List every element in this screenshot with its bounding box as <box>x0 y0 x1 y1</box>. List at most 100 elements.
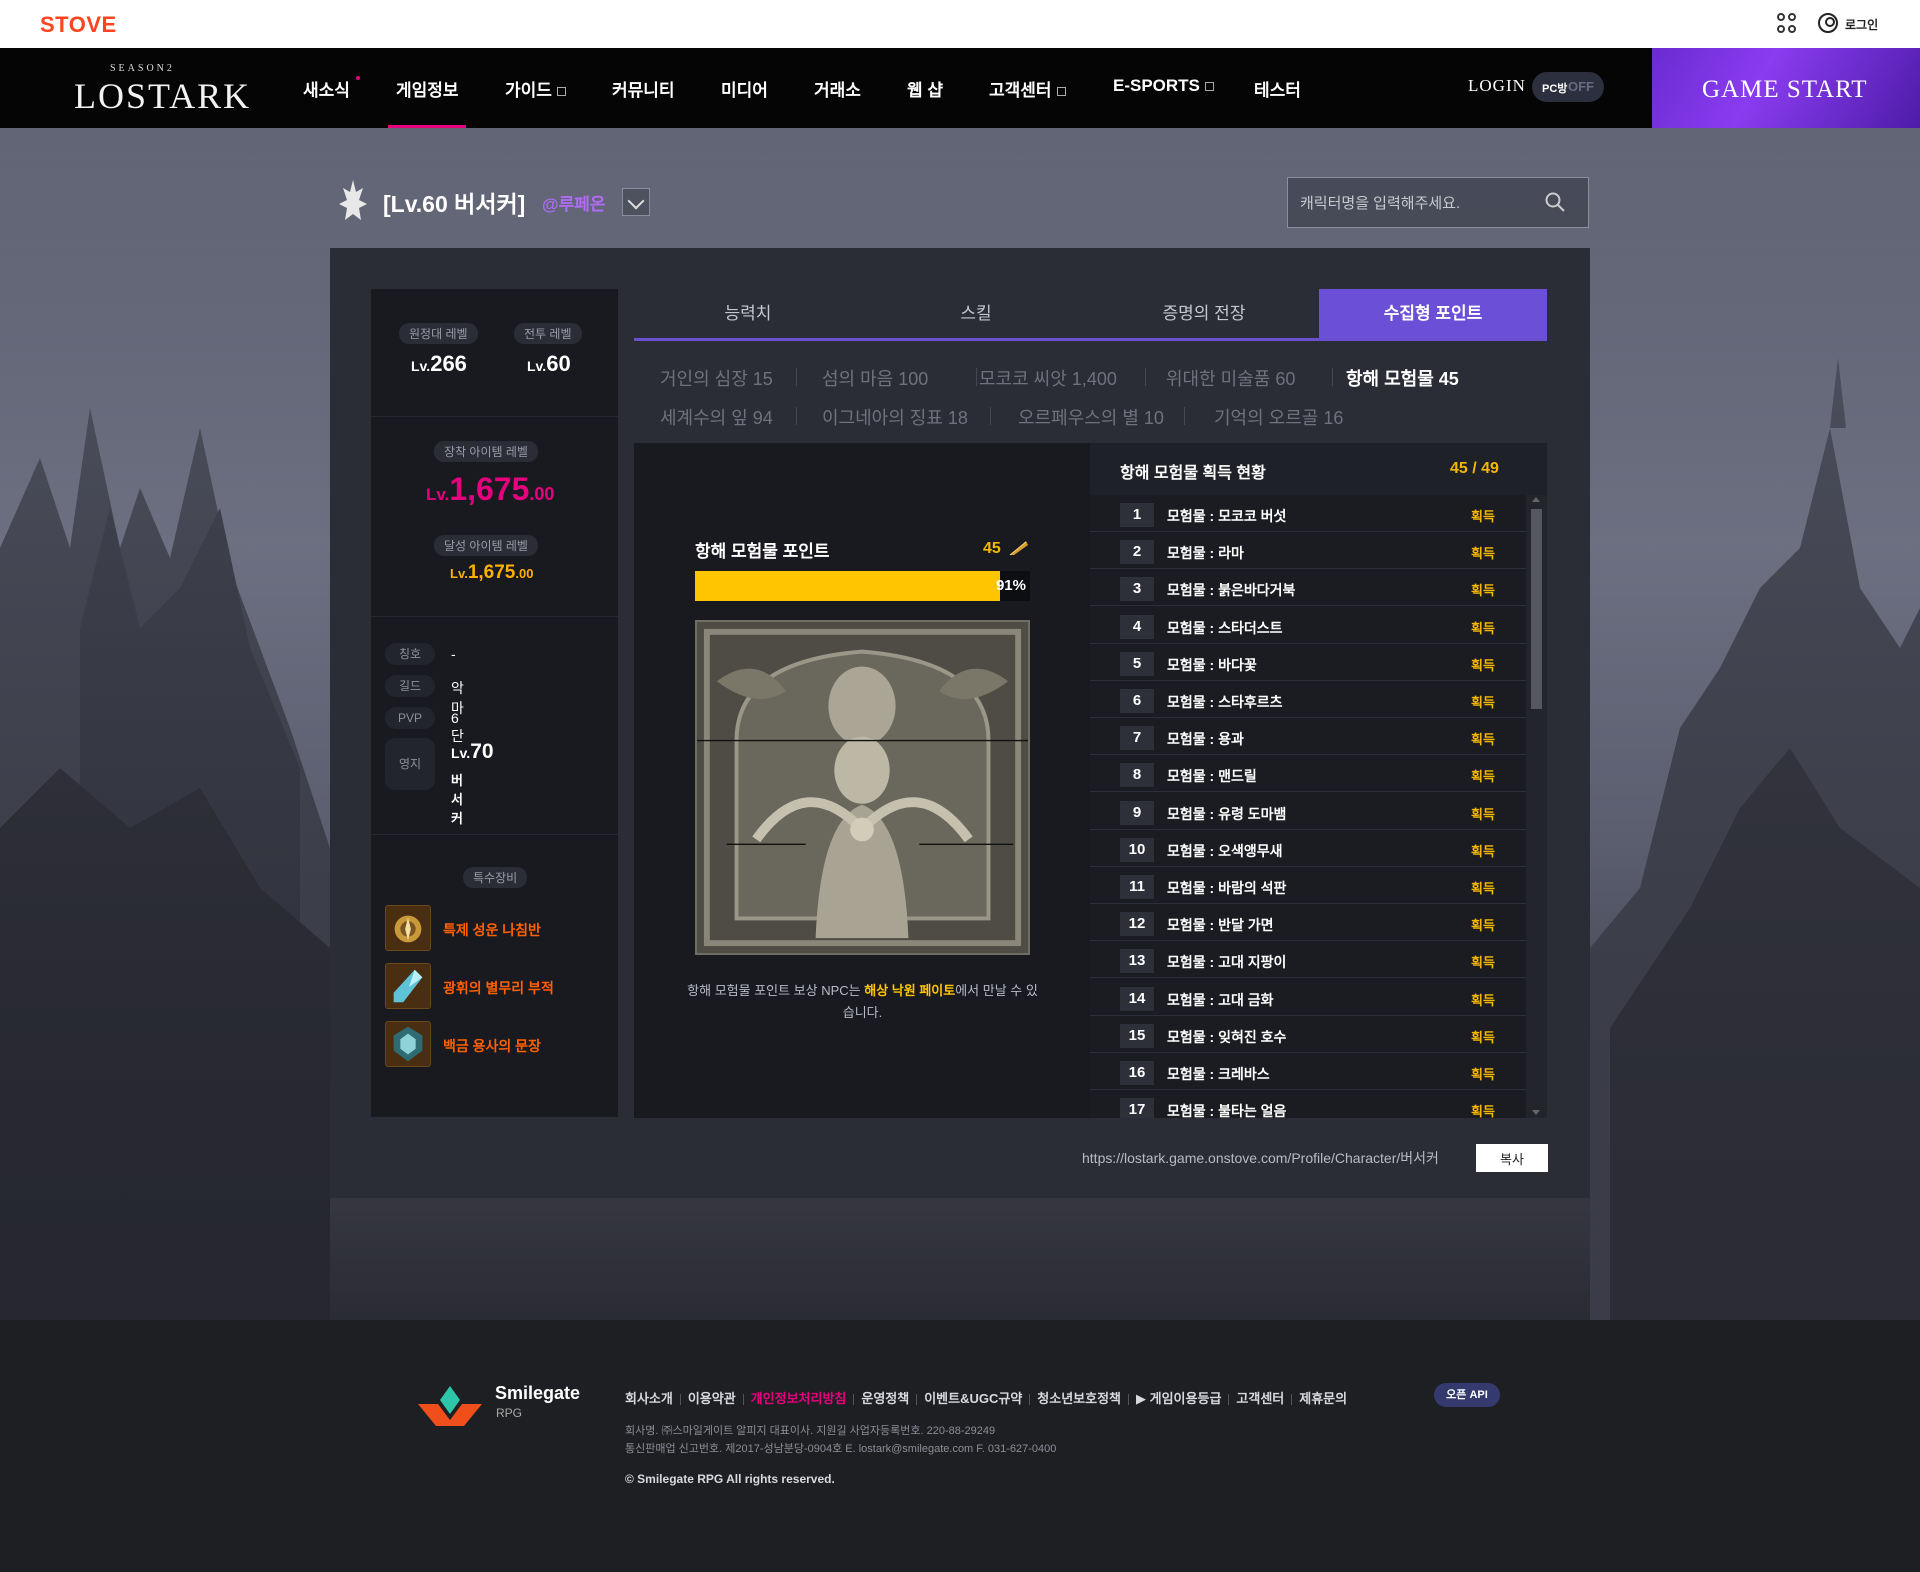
stove-logo[interactable]: STOVE <box>40 12 117 38</box>
special-item[interactable]: 광휘의 별무리 부적 <box>385 963 605 1009</box>
nav-media[interactable]: 미디어 <box>721 76 768 101</box>
character-search-input[interactable] <box>1300 190 1540 216</box>
level-section: 원정대 레벨 Lv.266 전투 레벨 Lv.60 <box>371 289 618 417</box>
list-scrollbar[interactable] <box>1526 495 1547 1118</box>
nav-tester[interactable]: 테스터 <box>1254 76 1301 101</box>
scroll-down-arrow-icon[interactable] <box>1532 1110 1540 1115</box>
relic-number: 7 <box>1120 726 1154 751</box>
footer-separator <box>853 1394 855 1406</box>
footer-link[interactable]: 이용약관 <box>688 1391 736 1406</box>
tab-stats[interactable]: 능력치 <box>634 289 862 338</box>
achieved-item-level-decimal: .00 <box>515 566 534 581</box>
footer-link[interactable]: 운영정책 <box>861 1391 909 1406</box>
relic-status: 획득 <box>1471 843 1495 859</box>
equip-item-level-main: 1,675 <box>449 471 530 507</box>
footer-link[interactable]: 이벤트&UGC규약 <box>924 1391 1022 1406</box>
relic-list-header: 항해 모험물 획득 현황 45 / 49 <box>1090 443 1547 495</box>
nav-news[interactable]: 새소식 <box>303 76 350 101</box>
nav-support[interactable]: 고객센터 <box>989 76 1066 101</box>
tab-skills[interactable]: 스킬 <box>862 289 1090 338</box>
relic-name: 모험물 : 붉은바다거북 <box>1167 582 1296 599</box>
copy-url-button[interactable]: 복사 <box>1476 1144 1548 1172</box>
points-label: 항해 모험물 포인트 <box>695 542 830 561</box>
relic-list-row: 12 모험물 : 반달 가면 획득 <box>1090 904 1526 942</box>
footer-link[interactable]: 제휴문의 <box>1299 1391 1347 1406</box>
nav-game-info[interactable]: 게임정보 <box>396 76 459 101</box>
relic-name: 모험물 : 잊혀진 호수 <box>1167 1028 1287 1045</box>
relic-name: 모험물 : 고대 지팡이 <box>1167 954 1287 971</box>
footer-brand-sub: RPG <box>496 1406 523 1420</box>
relic-list-row: 8 모험물 : 맨드릴 획득 <box>1090 755 1526 793</box>
footer-link-privacy[interactable]: 개인정보처리방침 <box>751 1391 847 1406</box>
subtab-orgel[interactable]: 기억의 오르골 16 <box>1214 404 1343 430</box>
scroll-up-arrow-icon[interactable] <box>1532 497 1540 502</box>
nav-esports[interactable]: E-SPORTS <box>1113 76 1214 96</box>
subtab-island-heart[interactable]: 섬의 마음 100 <box>822 365 928 391</box>
footer-link[interactable]: ▶ 게임이용등급 <box>1136 1391 1221 1406</box>
search-icon[interactable] <box>1545 192 1565 212</box>
tab-battlefield[interactable]: 증명의 전장 <box>1090 289 1318 338</box>
game-start-button[interactable]: GAME START <box>1652 48 1920 128</box>
subtab-separator <box>976 368 977 386</box>
relic-status: 획득 <box>1471 509 1495 524</box>
relic-list-row: 3 모험물 : 붉은바다거북 획득 <box>1090 569 1526 607</box>
lostark-logo[interactable]: SEASON2 LOSTARK <box>70 63 249 116</box>
nav-esports-label: E-SPORTS <box>1113 76 1200 95</box>
special-item[interactable]: 백금 용사의 문장 <box>385 1021 605 1067</box>
stove-login-link[interactable]: 로그인 <box>1845 16 1878 33</box>
achieved-item-level-main: 1,675 <box>467 562 516 583</box>
pc-cafe-toggle[interactable]: PC방 OFF <box>1532 72 1604 102</box>
info-key: 길드 <box>385 675 435 697</box>
nav-community[interactable]: 커뮤니티 <box>612 76 675 101</box>
scroll-thumb[interactable] <box>1531 509 1542 709</box>
footer-link[interactable]: 청소년보호정책 <box>1037 1391 1121 1406</box>
footer-copyright: © Smilegate RPG All rights reserved. <box>625 1472 835 1486</box>
expedition-level: Lv.266 <box>411 351 467 377</box>
profile-url: https://lostark.game.onstove.com/Profile… <box>1082 1150 1439 1166</box>
footer-company-info: 회사명. ㈜스마일게이트 알피지 대표이사. 지원길 사업자등록번호. 220-… <box>625 1425 996 1437</box>
relic-number: 14 <box>1120 986 1154 1011</box>
open-api-button[interactable]: 오픈 API <box>1434 1383 1500 1407</box>
nav-login[interactable]: LOGIN <box>1468 76 1526 96</box>
territory-level: Lv.70 <box>451 740 494 764</box>
relic-name: 모험물 : 불타는 얼음 <box>1167 1103 1287 1118</box>
subtab-separator <box>796 407 797 425</box>
equip-item-level-label: 장착 아이템 레벨 <box>434 441 538 462</box>
nav-webshop[interactable]: 웹 샵 <box>907 76 943 101</box>
footer-link[interactable]: 회사소개 <box>625 1391 673 1406</box>
user-icon[interactable] <box>1818 13 1838 33</box>
nav-market[interactable]: 거래소 <box>814 76 861 101</box>
footer-contact-info: 통신판매업 신고번호. 제2017-성남분당-0904호 E. lostark@… <box>625 1443 1057 1455</box>
subtab-voyage-relic[interactable]: 항해 모험물 45 <box>1346 365 1459 391</box>
relic-status: 획득 <box>1471 1067 1495 1082</box>
character-dropdown-button[interactable] <box>622 188 650 216</box>
profile-panel: 원정대 레벨 Lv.266 전투 레벨 Lv.60 장착 아이템 레벨 Lv.1… <box>330 248 1590 1198</box>
relic-number: 13 <box>1120 949 1154 974</box>
apps-icon[interactable] <box>1777 13 1797 33</box>
progress-fill <box>695 571 1000 601</box>
achieved-item-level: Lv.1,675.00 <box>450 562 533 584</box>
smilegate-logo-icon[interactable] <box>418 1386 482 1426</box>
nav-guide-label: 가이드 <box>505 81 552 100</box>
relic-number: 4 <box>1120 614 1154 639</box>
relic-status: 획득 <box>1471 918 1495 934</box>
subtab-giant-heart[interactable]: 거인의 심장 15 <box>660 365 773 391</box>
footer-separator <box>742 1394 744 1406</box>
subtab-ignea[interactable]: 이그네아의 징표 18 <box>822 404 968 430</box>
subtab-world-tree[interactable]: 세계수의 잎 94 <box>660 404 773 430</box>
nav-guide[interactable]: 가이드 <box>505 76 566 101</box>
footer-link[interactable]: 고객센터 <box>1236 1391 1284 1406</box>
relic-list[interactable]: 17 모험물 : 불타는 얼음 획득 16 모험물 : 크레바스 획득 15 모험물 : 잊혀… <box>1090 495 1547 1118</box>
relic-name: 모험물 : 크레바스 <box>1167 1066 1270 1082</box>
subtab-artwork[interactable]: 위대한 미술품 60 <box>1166 365 1295 391</box>
relic-name: 모험물 : 바다꽃 <box>1167 656 1257 673</box>
voyage-relic-image <box>695 620 1030 955</box>
tab-collectibles[interactable]: 수집형 포인트 <box>1319 289 1547 338</box>
footer-separator <box>1029 1394 1031 1406</box>
nav-support-label: 고객센터 <box>989 81 1052 100</box>
subtab-orpheus[interactable]: 오르페우스의 별 10 <box>1018 404 1164 430</box>
special-item[interactable]: 특제 성운 나침반 <box>385 905 605 951</box>
lv-prefix: Lv. <box>426 485 450 504</box>
subtab-mokoko[interactable]: 모코코 씨앗 1,400 <box>979 365 1117 391</box>
relic-name: 모험물 : 용과 <box>1167 731 1244 748</box>
